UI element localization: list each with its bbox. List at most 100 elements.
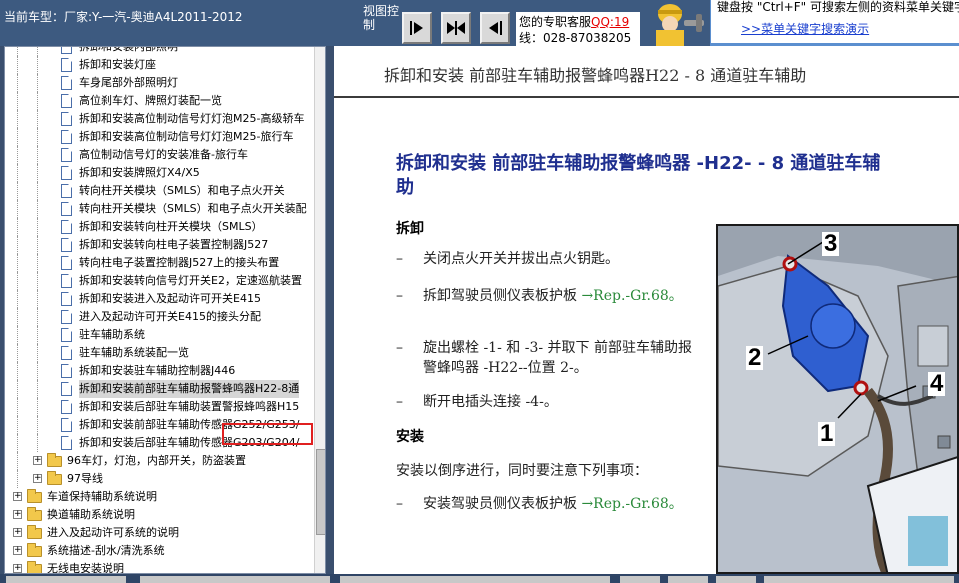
tree-item-label: 换道辅助系统说明 <box>47 508 135 521</box>
tree-guide-line <box>37 182 38 200</box>
tree-doc-item[interactable]: 转向柱开关模块（SMLS）和电子点火开关装配 <box>5 200 315 218</box>
tree-item-label: 驻车辅助系统 <box>79 328 145 341</box>
document-icon <box>61 328 72 342</box>
tree-item-label: 拆卸和安装转向信号灯开关E2，定速巡航装置 <box>79 274 302 287</box>
tree-item-label: 进入及起动许可系统的说明 <box>47 526 179 539</box>
tree-guide-line <box>37 164 38 182</box>
tree-guide-line <box>37 128 38 146</box>
tree-guide-line <box>37 146 38 164</box>
tree-doc-item[interactable]: 拆卸和安装高位制动信号灯灯泡M25-高级轿车 <box>5 110 315 128</box>
tree-item-label: 驻车辅助系统装配一览 <box>79 346 189 359</box>
tree-guide-line <box>37 434 38 452</box>
expand-plus-icon[interactable]: + <box>13 546 22 555</box>
tree-folder-item[interactable]: + 系统描述-刮水/清洗系统 <box>5 542 315 560</box>
tree-folder-item[interactable]: + 换道辅助系统说明 <box>5 506 315 524</box>
tree-doc-item[interactable]: 高位制动信号灯的安装准备-旅行车 <box>5 146 315 164</box>
install-heading: 安装 <box>396 429 424 445</box>
tree-guide-line <box>17 128 18 146</box>
tree-scrollbar-thumb[interactable] <box>316 449 325 535</box>
tree-item-label: 拆卸和安装高位制动信号灯灯泡M25-高级轿车 <box>79 112 305 125</box>
tree-doc-item[interactable]: 拆卸和安装灯座 <box>5 56 315 74</box>
tree-doc-item[interactable]: 拆卸和安装后部驻车辅助装置警报蜂鸣器H15 <box>5 398 315 416</box>
view-next-button[interactable] <box>402 12 432 44</box>
triangle-left-bar-icon <box>489 21 502 35</box>
bottom-tab-3[interactable] <box>340 576 610 583</box>
rep-gr68-link[interactable]: →Rep.-Gr.68。 <box>581 288 682 304</box>
figure-callout-3: 3 <box>822 230 840 257</box>
install-note: 安装以倒序进行，同时要注意下列事项： <box>396 463 648 479</box>
removal-heading: 拆卸 <box>396 221 424 237</box>
tree-guide-line <box>37 398 38 416</box>
view-prev-button[interactable] <box>480 12 510 44</box>
buzzer-location-figure: 3 2 4 1 <box>716 224 959 574</box>
bottom-tab-1[interactable] <box>6 576 126 583</box>
expand-plus-icon[interactable]: + <box>33 474 42 483</box>
ctrl-f-hint: 键盘按 "Ctrl+F" 可搜索左侧的资料菜单关键字！ <box>717 0 959 14</box>
tree-doc-item[interactable]: 拆卸和安装驻车辅助控制器J446 <box>5 362 315 380</box>
tree-folder-item[interactable]: +97导线 <box>5 470 315 488</box>
tree-doc-item[interactable]: 拆卸和安装牌照灯X4/X5 <box>5 164 315 182</box>
keyword-search-demo-link[interactable]: >>菜单关键字搜索演示 <box>717 22 953 36</box>
tree-folder-item[interactable]: + 车道保持辅助系统说明 <box>5 488 315 506</box>
tree-guide-line <box>17 434 18 452</box>
triangle-right-bar-icon <box>410 21 423 35</box>
tree-guide-line <box>37 56 38 74</box>
figure-callout-1: 1 <box>818 420 836 447</box>
folder-icon <box>27 507 42 521</box>
tree-doc-item[interactable]: 拆卸和安装高位制动信号灯灯泡M25-旅行车 <box>5 128 315 146</box>
service-phone: 线：028-87038205 <box>519 31 632 45</box>
document-icon <box>61 436 72 450</box>
view-split-button[interactable] <box>441 12 471 44</box>
bottom-tab-4[interactable] <box>620 576 660 583</box>
tree-folder-item[interactable]: + 进入及起动许可系统的说明 <box>5 524 315 542</box>
tree-guide-line <box>37 308 38 326</box>
tree-scrollbar[interactable] <box>314 47 325 573</box>
folder-icon <box>27 543 42 557</box>
expand-plus-icon[interactable]: + <box>33 456 42 465</box>
document-title: 拆卸和安装 前部驻车辅助报警蜂鸣器 -H22- - 8 通道驻车辅助 <box>396 153 881 198</box>
expand-plus-icon[interactable]: + <box>13 528 22 537</box>
tree-doc-item[interactable]: 高位刹车灯、牌照灯装配一览 <box>5 92 315 110</box>
install-rep-gr68-link[interactable]: →Rep.-Gr.68。 <box>581 496 682 512</box>
current-car-model-label: 当前车型：厂家:Y-一汽-奥迪A4L2011-2012 <box>4 10 243 24</box>
tree-folder-item[interactable]: +96车灯，灯泡，内部开关，防盗装置 <box>5 452 315 470</box>
tree-doc-item[interactable]: 转向柱电子装置控制器J527上的接头布置 <box>5 254 315 272</box>
tree-item-label: 进入及起动许可开关E415的接头分配 <box>79 310 261 323</box>
tree-guide-line <box>17 92 18 110</box>
tree-guide-line <box>17 182 18 200</box>
tree-doc-item[interactable]: 拆卸和安装转向信号灯开关E2，定速巡航装置 <box>5 272 315 290</box>
tree-folder-item[interactable]: + 无线电安装说明 <box>5 560 315 573</box>
tree-guide-line <box>37 362 38 380</box>
tree-doc-item[interactable]: 车身尾部外部照明灯 <box>5 74 315 92</box>
tree-guide-line <box>37 74 38 92</box>
bottom-tab-2[interactable] <box>140 576 330 583</box>
tree-item-label: 转向柱开关模块（SMLS）和电子点火开关 <box>79 184 285 197</box>
tree-doc-item[interactable]: 拆卸和安装内部照明 <box>5 47 315 56</box>
bottom-tab-6[interactable] <box>716 576 756 583</box>
expand-plus-icon[interactable]: + <box>13 564 22 573</box>
bottom-tab-5[interactable] <box>668 576 708 583</box>
tree-item-label: 高位刹车灯、牌照灯装配一览 <box>79 94 222 107</box>
tree-doc-item[interactable]: 驻车辅助系统装配一览 <box>5 344 315 362</box>
tree-item-selected[interactable]: 拆卸和安装前部驻车辅助报警蜂鸣器H22-8通 <box>5 380 315 398</box>
service-qq-link[interactable]: QQ:19 <box>591 15 629 29</box>
tree-doc-item[interactable]: 拆卸和安装进入及起动许可开关E415 <box>5 290 315 308</box>
tree-item-label: 拆卸和安装转向柱电子装置控制器J527 <box>79 238 269 251</box>
tree-guide-line <box>17 110 18 128</box>
tree-doc-item[interactable]: 驻车辅助系统 <box>5 326 315 344</box>
figure-callout-4: 4 <box>928 370 946 397</box>
document-icon <box>61 184 72 198</box>
tree-item-label: 转向柱电子装置控制器J527上的接头布置 <box>79 256 280 269</box>
tree-doc-item[interactable]: 进入及起动许可开关E415的接头分配 <box>5 308 315 326</box>
expand-plus-icon[interactable]: + <box>13 492 22 501</box>
tree-guide-line <box>17 380 18 398</box>
expand-plus-icon[interactable]: + <box>13 510 22 519</box>
bottom-tab-7[interactable] <box>764 576 954 583</box>
document-icon <box>61 47 72 54</box>
tree-guide-line <box>17 470 18 488</box>
tree-doc-item[interactable]: 拆卸和安装转向柱开关模块（SMLS） <box>5 218 315 236</box>
document-content-panel: 拆卸和安装 前部驻车辅助报警蜂鸣器H22 - 8 通道驻车辅助 拆卸和安装 前部… <box>334 46 959 574</box>
tree-doc-item[interactable]: 转向柱开关模块（SMLS）和电子点火开关 <box>5 182 315 200</box>
tree-guide-line <box>37 416 38 434</box>
tree-doc-item[interactable]: 拆卸和安装转向柱电子装置控制器J527 <box>5 236 315 254</box>
